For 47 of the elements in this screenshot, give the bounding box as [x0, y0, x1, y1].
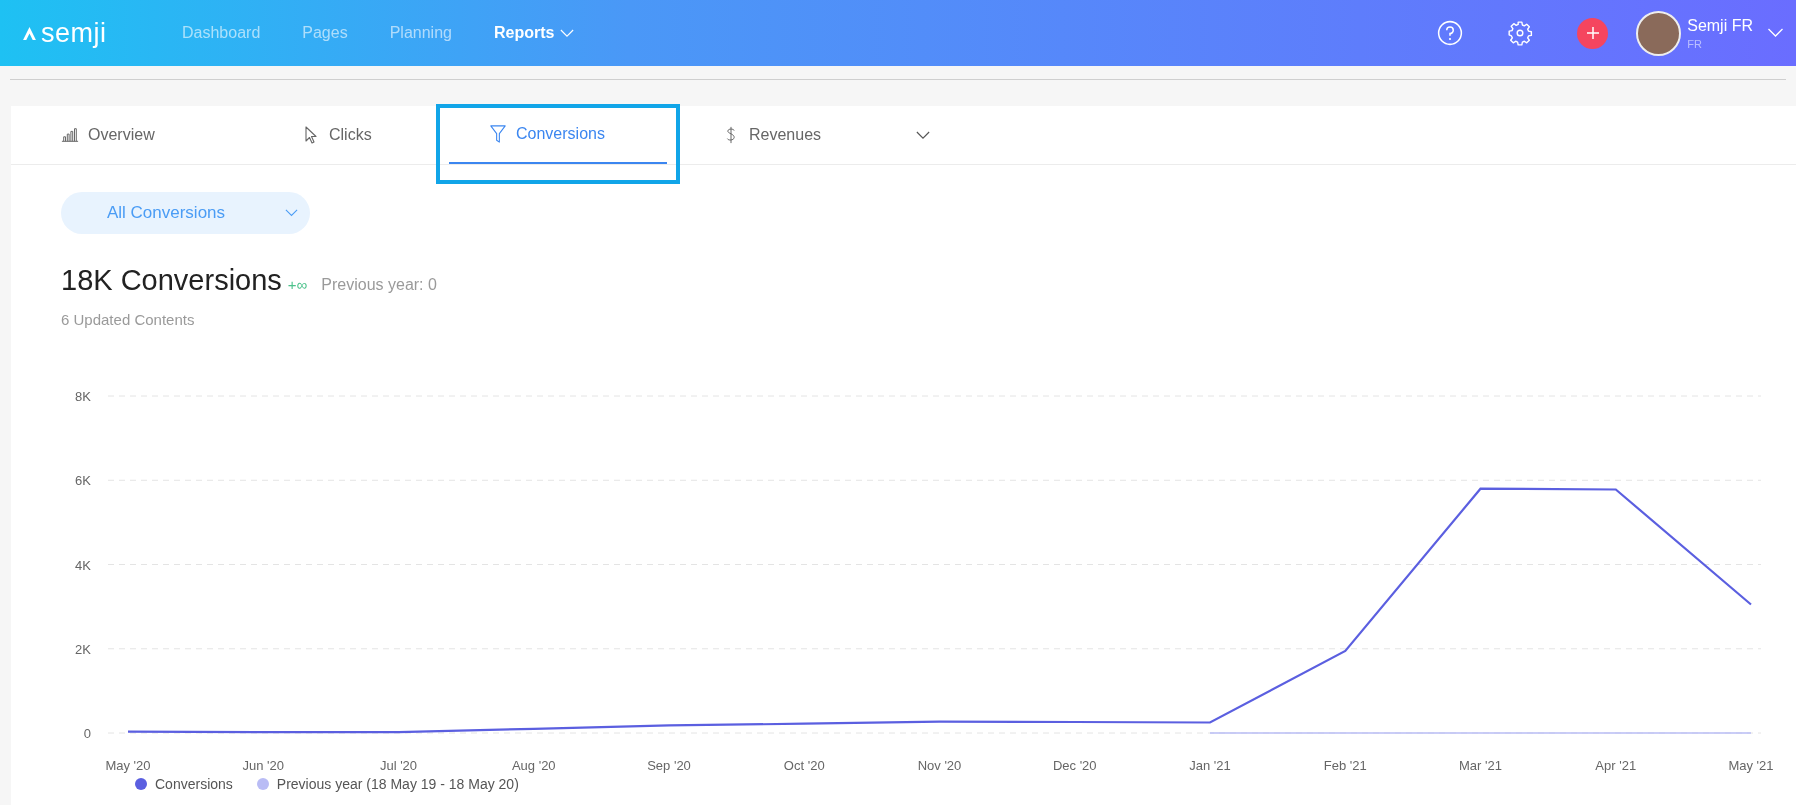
y-axis-label: 6K [75, 473, 91, 489]
legend-label: Conversions [155, 776, 233, 792]
legend-label: Previous year (18 May 19 - 18 May 20) [276, 776, 519, 792]
tab[interactable]: Conversions [449, 106, 667, 164]
y-axis-label: 2K [75, 641, 91, 657]
y-axis-label: 8K [75, 389, 91, 404]
chevron-down-icon[interactable] [916, 130, 930, 140]
x-axis-label: Aug '20 [511, 758, 556, 773]
tab[interactable]: Revenues [667, 106, 897, 164]
x-axis-label: Nov '20 [917, 758, 962, 773]
logo[interactable]: semji [22, 17, 182, 49]
funnel-icon [489, 125, 507, 143]
nav-link[interactable]: Dashboard [182, 24, 261, 42]
y-axis-label: 0 [83, 726, 91, 741]
x-axis-label: Apr '21 [1595, 758, 1637, 773]
logo-icon [22, 25, 37, 41]
cursor-icon [302, 126, 320, 144]
user-locale: FR [1687, 37, 1703, 50]
bar-chart-icon [61, 126, 79, 144]
plus-icon [1585, 26, 1600, 40]
change-indicator: +∞ [287, 276, 308, 293]
x-axis-label: Feb '21 [1323, 758, 1367, 773]
x-axis-label: Sep '20 [647, 758, 691, 773]
y-axis-label: 4K [75, 557, 91, 573]
x-axis-label: Jun '20 [242, 758, 284, 773]
summary-title: 18K Conversions [61, 264, 282, 297]
tab[interactable]: Clicks [256, 106, 449, 164]
x-axis-label: Jan '21 [1189, 758, 1231, 773]
x-axis-label: May '21 [1728, 758, 1774, 773]
tab[interactable]: Overview [11, 106, 256, 164]
conversion-filter-dropdown[interactable]: All Conversions [61, 192, 310, 234]
x-axis-label: Mar '21 [1459, 758, 1502, 773]
chevron-down-icon [285, 209, 299, 217]
settings-icon[interactable] [1507, 20, 1534, 46]
add-button[interactable] [1577, 17, 1609, 49]
x-axis-label: Jul '20 [379, 758, 418, 773]
previous-year-value: Previous year: 0 [321, 276, 437, 294]
avatar[interactable] [1636, 10, 1682, 56]
x-axis-label: Dec '20 [1052, 758, 1097, 773]
user-name: Semji FR [1687, 16, 1753, 35]
summary-subtitle: 6 Updated Contents [61, 311, 196, 328]
x-axis-label: Oct '20 [783, 758, 825, 773]
nav-link[interactable]: Pages [302, 24, 348, 42]
nav-link[interactable]: Reports [493, 24, 575, 42]
nav-link[interactable]: Planning [389, 24, 452, 42]
help-icon[interactable] [1437, 20, 1464, 46]
x-axis-label: May '20 [105, 758, 151, 773]
